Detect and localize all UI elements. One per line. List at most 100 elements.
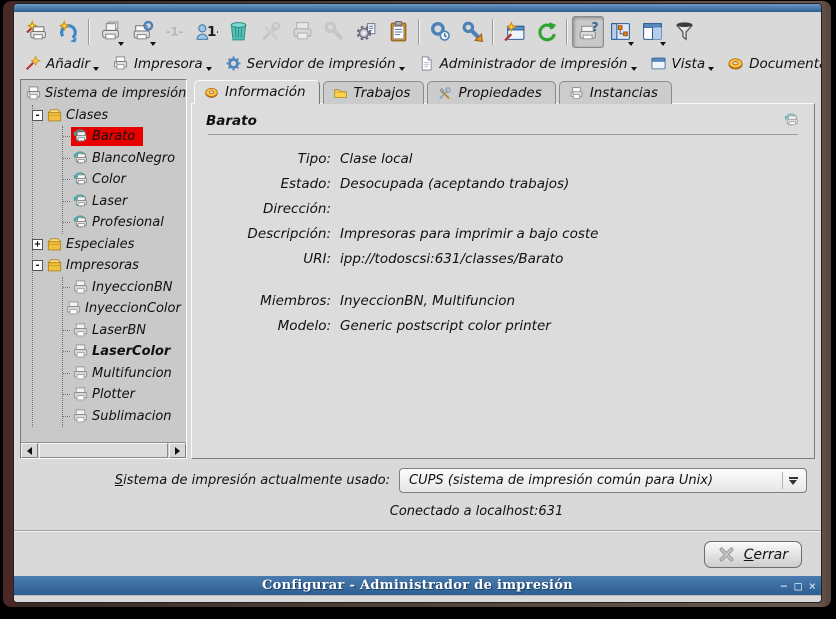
- tree-item-inyeccioncolor[interactable]: InyeccionColor: [63, 298, 184, 320]
- class-state-icon: [783, 112, 800, 129]
- printer-maintenance-button: [318, 16, 350, 48]
- menu-toolbar: Añadir Impresora Servidor de impresión A…: [20, 50, 815, 77]
- printer-gear-icon: [131, 20, 154, 43]
- tree-root[interactable]: Sistema de impresión: [25, 83, 184, 105]
- tab-instancias[interactable]: Instancias: [559, 81, 672, 104]
- dropdown-arrow-icon: [399, 67, 405, 71]
- scroll-left-button[interactable]: [21, 443, 38, 458]
- minus-one-icon: -1-: [163, 20, 186, 43]
- printer-icon: [72, 279, 89, 296]
- tree-item-sublimacion[interactable]: Sublimacion: [63, 406, 184, 428]
- add-printer-wizard-button[interactable]: [20, 16, 52, 48]
- printer-icon: [72, 386, 89, 403]
- tree-item-profesional[interactable]: Profesional: [63, 212, 184, 234]
- connection-status: Conectado a localhost:631: [20, 504, 815, 519]
- close-window-button[interactable]: ×: [809, 580, 816, 592]
- add-class-icon: [57, 20, 80, 43]
- printer-icon: [291, 20, 314, 43]
- print-system-value: CUPS (sistema de impresión común para Un…: [409, 473, 713, 488]
- tree-group-impresoras[interactable]: -Impresoras: [33, 255, 184, 277]
- tree-group-clases[interactable]: -Clases: [33, 105, 184, 127]
- close-button[interactable]: Cerrar: [704, 541, 802, 568]
- menu-impresora[interactable]: Impresora: [108, 53, 219, 74]
- tree-item-inyeccionbn[interactable]: InyeccionBN: [63, 277, 184, 299]
- info-fields: Tipo:Clase local Estado:Desocupada (acep…: [206, 151, 800, 267]
- package-icon: [46, 236, 63, 253]
- package-icon: [46, 257, 63, 274]
- tree-window-icon: [609, 20, 632, 43]
- filter-button[interactable]: [668, 16, 700, 48]
- combo-dropdown-button[interactable]: [782, 472, 803, 489]
- tab-propiedades[interactable]: Propiedades: [427, 81, 555, 104]
- printer-details-toggle-button[interactable]: ?: [572, 16, 604, 48]
- printer-icon: [569, 86, 584, 101]
- columns-window-icon: [641, 20, 664, 43]
- tree-view-button[interactable]: [604, 16, 636, 48]
- tree-item-lasercolor[interactable]: LaserColor: [63, 341, 184, 363]
- menu-documentacion[interactable]: Documentación: [723, 53, 822, 74]
- info-fields-members: Miembros:InyeccionBN, Multifuncion Model…: [206, 293, 800, 334]
- tree-item-barato[interactable]: Barato: [63, 126, 184, 148]
- column-view-button[interactable]: [636, 16, 668, 48]
- trash-icon: [227, 20, 250, 43]
- menu-vista[interactable]: Vista: [646, 53, 722, 74]
- minimize-button[interactable]: −: [780, 580, 787, 592]
- tree-item-plotter[interactable]: Plotter: [63, 384, 184, 406]
- maximize-button[interactable]: □: [795, 580, 802, 592]
- add-special-class-button[interactable]: [52, 16, 84, 48]
- field-value-estado: Desocupada (aceptando trabajos): [340, 176, 800, 192]
- field-label-uri: URI:: [206, 251, 331, 267]
- copy-printer-button[interactable]: [94, 16, 126, 48]
- tree-horizontal-scrollbar[interactable]: [21, 442, 186, 458]
- printer-tree[interactable]: Sistema de impresión -Clases Barato Blan…: [21, 80, 186, 442]
- server-configure-button[interactable]: [424, 16, 456, 48]
- print-system-select[interactable]: CUPS (sistema de impresión común para Un…: [399, 468, 807, 493]
- refresh-button[interactable]: [530, 16, 562, 48]
- toolbar-separator: [566, 19, 568, 45]
- printer-class-icon: [72, 128, 89, 145]
- tree-item-color[interactable]: Color: [63, 169, 184, 191]
- tree-item-multifuncion[interactable]: Multifuncion: [63, 363, 184, 385]
- print-jobs-button[interactable]: [382, 16, 414, 48]
- tree-item-blanconegro[interactable]: BlancoNegro: [63, 148, 184, 170]
- tree-group-especiales[interactable]: +Especiales: [33, 234, 184, 256]
- server-tools-button[interactable]: [456, 16, 488, 48]
- svg-text:-1-: -1-: [165, 25, 183, 39]
- scroll-right-button[interactable]: [169, 443, 186, 458]
- scrollbar-thumb[interactable]: [39, 443, 168, 458]
- window-titlebar[interactable]: Configurar - Administrador de impresión …: [14, 576, 821, 595]
- gear-documents-icon: [355, 20, 378, 43]
- menu-anadir[interactable]: Añadir: [20, 53, 106, 74]
- orientation-wizard-button[interactable]: [498, 16, 530, 48]
- field-value-descripcion: Impresoras para imprimir a bajo coste: [340, 226, 800, 242]
- tree-item-laserbn[interactable]: LaserBN: [63, 320, 184, 342]
- printer-icon: [112, 55, 129, 72]
- driver-settings-button[interactable]: [350, 16, 382, 48]
- right-arrow-icon: [175, 447, 180, 455]
- tab-trabajos[interactable]: Trabajos: [323, 81, 425, 104]
- tree-root-label: Sistema de impresión: [45, 86, 186, 101]
- footer-divider: [14, 530, 821, 532]
- window-top-border: [14, 4, 821, 12]
- detail-tabs: Información Trabajos Propiedades Instanc…: [191, 79, 815, 104]
- user-quota-button[interactable]: 1-: [190, 16, 222, 48]
- donut-icon: [204, 85, 219, 100]
- menu-administrador-de-impresion[interactable]: Administrador de impresión: [414, 53, 644, 74]
- funnel-icon: [673, 20, 696, 43]
- chevron-down-icon: [789, 480, 797, 485]
- collapse-icon[interactable]: -: [32, 110, 43, 121]
- collapse-icon[interactable]: -: [32, 260, 43, 271]
- close-x-icon: [718, 546, 735, 563]
- tree-item-laser[interactable]: Laser: [63, 191, 184, 213]
- window-icon: [650, 55, 667, 72]
- expand-icon[interactable]: +: [32, 239, 43, 250]
- menu-servidor-de-impresion[interactable]: Servidor de impresión: [221, 53, 412, 74]
- field-label-miembros: Miembros:: [206, 293, 331, 309]
- tab-informacion[interactable]: Información: [194, 80, 320, 104]
- printer-class-icon: [72, 214, 89, 231]
- donut-icon: [727, 55, 744, 72]
- information-panel: Barato Tipo:Clase local Estado:Desocupad…: [191, 103, 815, 459]
- configure-printer-button[interactable]: [126, 16, 158, 48]
- remove-printer-button[interactable]: [222, 16, 254, 48]
- printer-tree-panel: Sistema de impresión -Clases Barato Blan…: [20, 79, 187, 459]
